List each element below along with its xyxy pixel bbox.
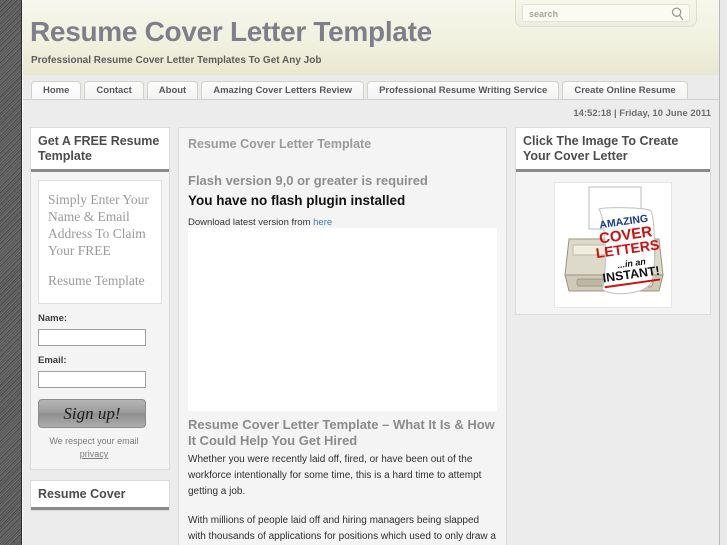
- page-title: Resume Cover Letter Template: [30, 16, 432, 47]
- privacy-note: We respect your email privacy: [38, 435, 150, 461]
- main-navigation: Home Contact About Amazing Cover Letters…: [31, 81, 688, 99]
- name-label: Name:: [38, 313, 68, 324]
- article-paragraph-1: Whether you were recently laid off, fire…: [188, 454, 482, 497]
- main-panel-title: Resume Cover Letter Template: [188, 137, 372, 151]
- page-root: Resume Cover Letter Template Professiona…: [0, 0, 727, 545]
- email-input[interactable]: [38, 371, 146, 388]
- site-tagline: Professional Resume Cover Letter Templat…: [31, 55, 322, 66]
- flash-version-required: Flash version 9,0 or greater is required: [188, 173, 428, 188]
- main-column: Resume Cover Letter Template Flash versi…: [178, 127, 507, 545]
- optin-widget-title: Get A FREE Resume Template: [31, 128, 169, 172]
- flash-download-link[interactable]: here: [313, 217, 332, 228]
- amazing-cover-letters-banner[interactable]: AMAZING COVER LETTERS ...in an INSTANT!: [554, 182, 672, 308]
- secondary-widget: Resume Cover: [30, 480, 170, 511]
- nav-item-contact[interactable]: Contact: [84, 81, 144, 99]
- nav-item-amazing-cover-letters-review[interactable]: Amazing Cover Letters Review: [201, 81, 365, 99]
- article-title: Resume Cover Letter Template – What It I…: [188, 417, 495, 448]
- search-icon[interactable]: [671, 7, 684, 26]
- search-input[interactable]: [529, 5, 677, 23]
- flash-download-line: Download latest version from here: [188, 217, 497, 228]
- cover-letter-banner-box: AMAZING COVER LETTERS ...in an INSTANT!: [516, 172, 710, 314]
- article-paragraph-2: With millions of people laid off and hir…: [188, 515, 496, 542]
- flash-fallback-block: Flash version 9,0 or greater is required…: [188, 173, 497, 228]
- optin-copy-line1: Simply Enter Your Name & Email Address T…: [48, 192, 149, 258]
- datestamp: 14:52:18 | Friday, 10 June 2011: [573, 108, 711, 119]
- flash-missing-message: You have no flash plugin installed: [188, 193, 406, 208]
- optin-copy: Simply Enter Your Name & Email Address T…: [38, 180, 162, 304]
- search-box: [515, 0, 697, 27]
- privacy-link[interactable]: privacy: [80, 449, 109, 459]
- email-label: Email:: [38, 355, 67, 366]
- three-column-layout: Get A FREE Resume Template Simply Enter …: [23, 127, 719, 545]
- nav-item-about[interactable]: About: [146, 81, 199, 99]
- flash-download-text: Download latest version from: [188, 217, 314, 228]
- privacy-note-text: We respect your email: [49, 436, 139, 446]
- sidebar-right: Click The Image To Create Your Cover Let…: [515, 127, 711, 325]
- main-panel: Resume Cover Letter Template Flash versi…: [178, 127, 507, 545]
- page-body: Resume Cover Letter Template Professiona…: [23, 0, 719, 545]
- sidebar-left: Get A FREE Resume Template Simply Enter …: [30, 127, 170, 521]
- flash-player-stage[interactable]: [188, 228, 497, 411]
- right-edge-texture: [719, 0, 727, 545]
- signup-button[interactable]: Sign up!: [38, 399, 146, 428]
- nav-item-home[interactable]: Home: [31, 81, 82, 99]
- content-area: 14:52:18 | Friday, 10 June 2011 Get A FR…: [23, 99, 719, 545]
- secondary-widget-title: Resume Cover: [31, 481, 169, 510]
- cover-letter-cta-widget: Click The Image To Create Your Cover Let…: [515, 127, 711, 315]
- optin-widget: Get A FREE Resume Template Simply Enter …: [30, 127, 170, 470]
- optin-copy-spacer: [48, 259, 152, 272]
- name-input[interactable]: [38, 329, 146, 346]
- search-field-wrapper[interactable]: [522, 4, 690, 23]
- nav-item-create-online-resume[interactable]: Create Online Resume: [562, 81, 688, 99]
- optin-widget-body: Simply Enter Your Name & Email Address T…: [31, 172, 169, 469]
- cover-letter-cta-title: Click The Image To Create Your Cover Let…: [516, 128, 710, 172]
- site-header: Resume Cover Letter Template Professiona…: [23, 0, 719, 75]
- optin-copy-line2: Resume Template: [48, 273, 145, 288]
- left-edge-texture: [0, 0, 22, 545]
- nav-item-professional-resume-writing-service[interactable]: Professional Resume Writing Service: [367, 81, 560, 99]
